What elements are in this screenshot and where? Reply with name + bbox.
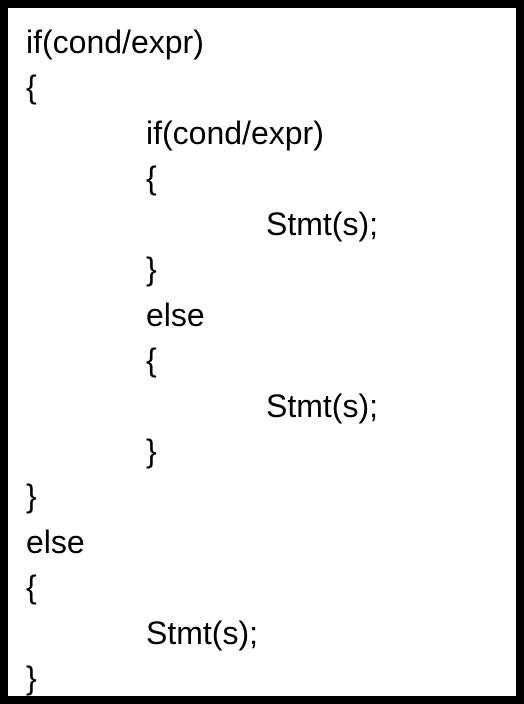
code-line: }	[26, 429, 516, 474]
code-line: else	[26, 520, 516, 565]
code-line: {	[26, 565, 516, 610]
code-line: else	[26, 293, 516, 338]
code-line: {	[26, 65, 516, 110]
code-line: Stmt(s);	[26, 384, 516, 429]
code-line: {	[26, 338, 516, 383]
code-line: if(cond/expr)	[26, 20, 516, 65]
code-line: }	[26, 247, 516, 292]
code-line: {	[26, 156, 516, 201]
code-line: Stmt(s);	[26, 611, 516, 656]
code-line: Stmt(s);	[26, 202, 516, 247]
code-line: }	[26, 656, 516, 701]
code-snippet-box: if(cond/expr) { if(cond/expr) { Stmt(s);…	[0, 0, 524, 704]
code-line: }	[26, 474, 516, 519]
code-line: if(cond/expr)	[26, 111, 516, 156]
